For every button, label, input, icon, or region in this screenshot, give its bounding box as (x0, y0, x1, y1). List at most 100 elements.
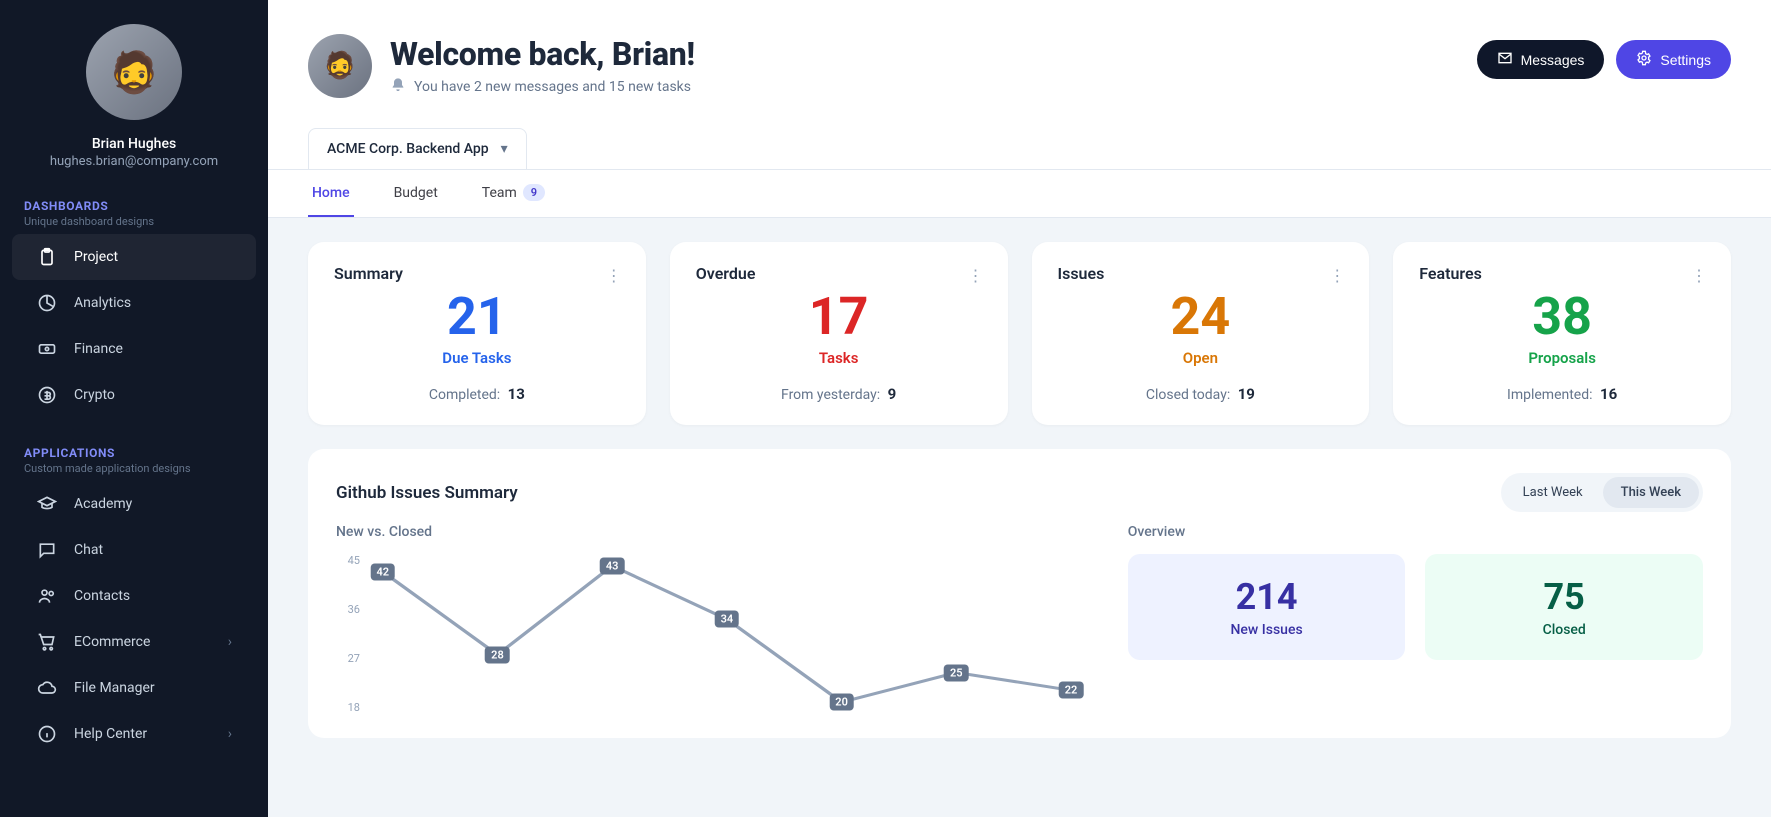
academic-cap-icon (36, 493, 58, 515)
data-point-label: 34 (715, 611, 740, 628)
main: 🧔 Welcome back, Brian! You have 2 new me… (268, 0, 1771, 817)
sidebar-group-title: DASHBOARDS (24, 199, 244, 213)
sidebar-item-label: Analytics (74, 295, 131, 311)
card-footer: Implemented: 16 (1419, 385, 1705, 403)
stat-value: 21 (334, 291, 620, 343)
stat-label: Due Tasks (334, 349, 620, 367)
data-point-label: 22 (1059, 682, 1084, 699)
users-icon (36, 585, 58, 607)
sidebar-item-file-manager[interactable]: File Manager (12, 665, 256, 711)
messages-button[interactable]: Messages (1477, 40, 1605, 79)
overview-subtitle: Overview (1128, 524, 1703, 540)
project-selector-label: ACME Corp. Backend App (327, 141, 489, 157)
tab-badge: 9 (523, 184, 545, 201)
sidebar-item-label: Chat (74, 542, 103, 558)
sidebar-group-applications: APPLICATIONS Custom made application des… (0, 436, 268, 481)
sidebar-item-label: Finance (74, 341, 123, 357)
sidebar-item-contacts[interactable]: Contacts (12, 573, 256, 619)
tab-home[interactable]: Home (308, 170, 354, 217)
chevron-down-icon: ▾ (501, 141, 508, 157)
avatar: 🧔 (308, 34, 372, 98)
tab-budget[interactable]: Budget (390, 170, 442, 217)
sidebar-item-finance[interactable]: Finance (12, 326, 256, 372)
button-label: Settings (1660, 52, 1711, 68)
user-name: Brian Hughes (92, 136, 176, 152)
chart-subtitle: New vs. Closed (336, 524, 1084, 540)
range-toggle: Last Week This Week (1501, 473, 1703, 512)
github-issues-card: Github Issues Summary Last Week This Wee… (308, 449, 1731, 738)
sidebar-item-analytics[interactable]: Analytics (12, 280, 256, 326)
sidebar: 🧔 Brian Hughes hughes.brian@company.com … (0, 0, 268, 817)
stat-card: Issues⋮24 Open Closed today: 19 (1032, 242, 1370, 425)
page-title: Welcome back, Brian! (390, 35, 695, 73)
tab-label: Home (312, 185, 350, 201)
stat-card: Features⋮38ProposalsImplemented: 16 (1393, 242, 1731, 425)
more-button[interactable]: ⋮ (1683, 262, 1715, 289)
sidebar-profile: 🧔 Brian Hughes hughes.brian@company.com (0, 24, 268, 189)
stat-card: Overdue⋮17TasksFrom yesterday: 9 (670, 242, 1008, 425)
sidebar-item-label: ECommerce (74, 634, 150, 650)
sidebar-group-dashboards: DASHBOARDS Unique dashboard designs (0, 189, 268, 234)
y-tick: 36 (336, 603, 360, 616)
data-point-label: 43 (600, 557, 625, 574)
sidebar-group-subtitle: Custom made application designs (24, 462, 244, 475)
y-tick: 27 (336, 652, 360, 665)
stat-card: Summary⋮21 Due Tasks Completed: 13 (308, 242, 646, 425)
clipboard-icon (36, 246, 58, 268)
bell-icon (390, 77, 406, 97)
sidebar-group-title: APPLICATIONS (24, 446, 244, 460)
github-card-title: Github Issues Summary (336, 483, 518, 503)
card-title: Overdue (696, 264, 982, 283)
stat-label: Open (1058, 349, 1344, 367)
card-footer: From yesterday: 9 (696, 385, 982, 403)
y-tick: 45 (336, 554, 360, 567)
range-option-this-week[interactable]: This Week (1603, 477, 1699, 508)
range-option-last-week[interactable]: Last Week (1505, 477, 1601, 508)
card-title: Summary (334, 264, 620, 283)
tab-label: Budget (394, 185, 438, 201)
new-vs-closed-chart: 45 36 27 18 42 28 43 34 20 25 22 (336, 554, 1084, 714)
stat-value: 17 (696, 291, 982, 343)
overview-card: 75Closed (1425, 554, 1703, 660)
project-selector[interactable]: ACME Corp. Backend App ▾ (308, 128, 527, 169)
y-tick: 18 (336, 701, 360, 714)
sidebar-item-project[interactable]: Project (12, 234, 256, 280)
gear-icon (1636, 50, 1652, 69)
more-button[interactable]: ⋮ (1321, 262, 1353, 289)
header-subtitle: You have 2 new messages and 15 new tasks (414, 79, 691, 95)
mail-icon (1497, 50, 1513, 69)
more-button[interactable]: ⋮ (960, 262, 992, 289)
sidebar-item-label: Crypto (74, 387, 115, 403)
data-point-label: 28 (485, 646, 510, 663)
cart-icon (36, 631, 58, 653)
settings-button[interactable]: Settings (1616, 40, 1731, 79)
more-button[interactable]: ⋮ (598, 262, 630, 289)
tabs: Home Budget Team 9 (268, 169, 1771, 218)
tab-team[interactable]: Team 9 (478, 170, 549, 217)
data-point-label: 42 (370, 563, 395, 580)
card-title: Issues (1058, 264, 1344, 283)
sidebar-item-academy[interactable]: Academy (12, 481, 256, 527)
sidebar-item-help-center[interactable]: Help Center › (12, 711, 256, 757)
tab-label: Team (482, 185, 517, 201)
stat-label: Proposals (1419, 349, 1705, 367)
user-email: hughes.brian@company.com (50, 154, 218, 169)
info-icon (36, 723, 58, 745)
chat-icon (36, 539, 58, 561)
sidebar-item-crypto[interactable]: Crypto (12, 372, 256, 418)
overview-label: New Issues (1138, 622, 1396, 638)
chevron-right-icon: › (228, 634, 232, 650)
sidebar-item-ecommerce[interactable]: ECommerce › (12, 619, 256, 665)
card-footer: Closed today: 19 (1058, 385, 1344, 403)
card-footer: Completed: 13 (334, 385, 620, 403)
data-point-label: 25 (944, 664, 969, 681)
avatar: 🧔 (86, 24, 182, 120)
data-point-label: 20 (829, 694, 854, 711)
overview-label: Closed (1435, 622, 1693, 638)
chart-pie-icon (36, 292, 58, 314)
sidebar-item-label: File Manager (74, 680, 155, 696)
stat-value: 24 (1058, 291, 1344, 343)
header: 🧔 Welcome back, Brian! You have 2 new me… (268, 0, 1771, 169)
sidebar-item-chat[interactable]: Chat (12, 527, 256, 573)
sidebar-item-label: Project (74, 249, 118, 265)
